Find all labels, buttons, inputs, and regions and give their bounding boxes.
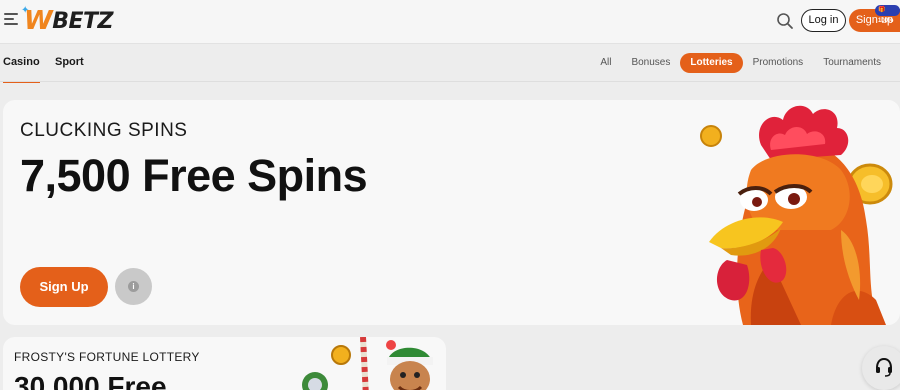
tab-casino[interactable]: Casino [3, 56, 40, 83]
menu-icon[interactable] [4, 13, 18, 25]
promo-signup-button[interactable]: Sign Up [20, 267, 108, 307]
filter-lotteries[interactable]: Lotteries [680, 53, 743, 73]
filter-promotions[interactable]: Promotions [743, 53, 814, 73]
top-header: ✦ W BETZ Log in Sign up 🎁 100% [0, 0, 900, 44]
rooster-illustration [700, 105, 893, 325]
promo-filters: All Bonuses Lotteries Promotions Tournam… [590, 53, 891, 73]
info-icon: i [128, 281, 139, 292]
promo-eyebrow: CLUCKING SPINS [20, 120, 188, 141]
promo-card-hero: CLUCKING SPINS 7,500 Free Spins Sign Up … [3, 100, 900, 325]
filter-bonuses[interactable]: Bonuses [621, 53, 680, 73]
category-tabs-row: Casino Sport All Bonuses Lotteries Promo… [0, 44, 900, 84]
tab-sport[interactable]: Sport [55, 56, 84, 68]
promo-card-lottery: FROSTY'S FORTUNE LOTTERY 30,000 Free [3, 337, 446, 390]
elf-illustration [302, 337, 433, 390]
gift-icon: 🎁 [878, 7, 886, 13]
bonus-badge: 🎁 100% [875, 5, 900, 24]
promo-title: 7,500 Free Spins [20, 150, 368, 201]
support-button[interactable] [862, 346, 900, 390]
brand-logo[interactable]: ✦ W BETZ [21, 5, 113, 36]
lottery-eyebrow: FROSTY'S FORTUNE LOTTERY [14, 350, 200, 364]
logo-text: BETZ [52, 8, 113, 34]
bonus-badge-text: 100% [878, 18, 894, 24]
info-button[interactable]: i [115, 268, 152, 305]
filter-all[interactable]: All [590, 53, 621, 73]
sparkle-icon: ✦ [21, 5, 29, 16]
login-button[interactable]: Log in [801, 9, 846, 32]
headset-icon [876, 357, 892, 377]
search-icon[interactable] [776, 12, 794, 30]
lottery-title: 30,000 Free [14, 371, 167, 390]
filter-tournaments[interactable]: Tournaments [813, 53, 891, 73]
tabs-divider [0, 81, 900, 82]
